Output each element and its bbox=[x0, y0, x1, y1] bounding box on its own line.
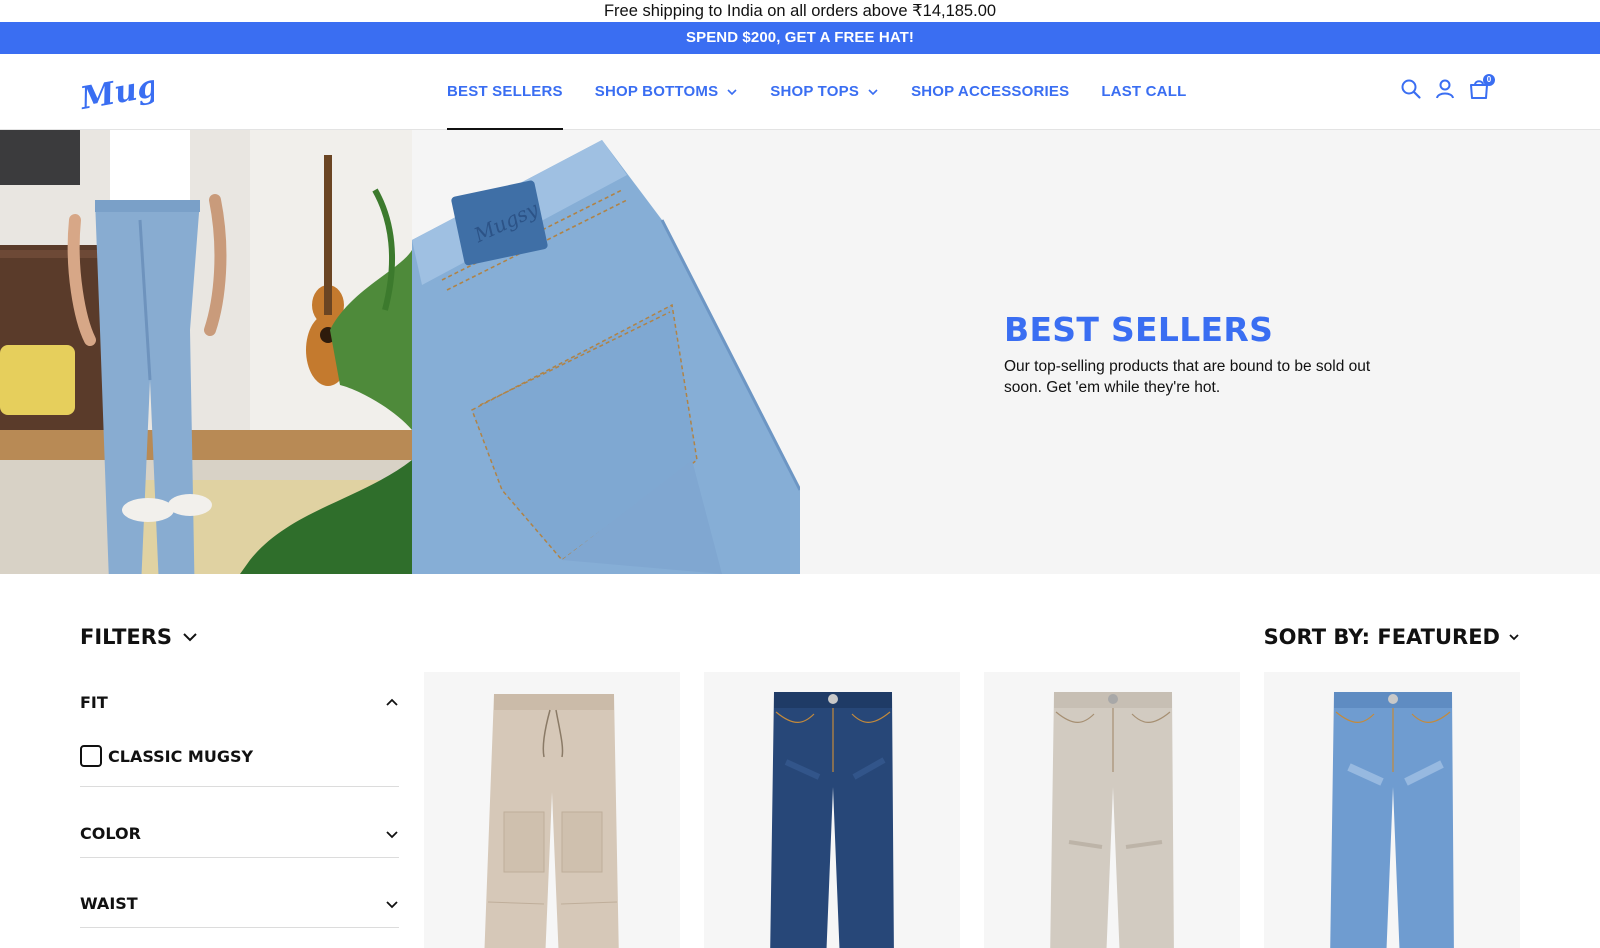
hero-lifestyle-image bbox=[0, 130, 412, 574]
facet-fit: FIT bbox=[80, 693, 399, 712]
product-card[interactable] bbox=[704, 672, 960, 948]
header-utility-icons: 0 bbox=[1388, 74, 1495, 100]
chevron-down-icon bbox=[1509, 634, 1519, 641]
product-image bbox=[770, 692, 894, 948]
promo-banner[interactable]: SPEND $200, GET A FREE HAT! bbox=[0, 22, 1600, 54]
divider bbox=[80, 786, 399, 787]
nav-best-sellers-label: BEST SELLERS bbox=[447, 83, 563, 100]
chevron-down-icon bbox=[183, 633, 197, 642]
nav-shop-accessories[interactable]: SHOP ACCESSORIES bbox=[911, 54, 1069, 129]
facet-waist-header[interactable]: WAIST bbox=[80, 894, 399, 913]
nav-shop-bottoms-label: SHOP BOTTOMS bbox=[594, 83, 719, 100]
svg-text:Mugsy: Mugsy bbox=[78, 68, 154, 114]
product-card[interactable] bbox=[424, 672, 680, 948]
filters-label: FILTERS bbox=[80, 625, 173, 649]
search-button[interactable] bbox=[1400, 78, 1422, 100]
product-card[interactable] bbox=[984, 672, 1240, 948]
account-icon bbox=[1436, 79, 1454, 99]
divider bbox=[80, 927, 399, 928]
facet-color-label: COLOR bbox=[80, 824, 141, 843]
divider bbox=[80, 857, 399, 858]
chevron-down-icon bbox=[386, 830, 398, 838]
page-description: Our top-selling products that are bound … bbox=[1004, 358, 1371, 396]
facet-waist-label: WAIST bbox=[80, 894, 138, 913]
chevron-down-icon bbox=[868, 88, 878, 95]
main-nav: BEST SELLERS SHOP BOTTOMS SHOP TOPS SHOP… bbox=[447, 54, 1218, 130]
facet-fit-label: FIT bbox=[80, 693, 108, 712]
cart-button[interactable]: 0 bbox=[1468, 74, 1495, 100]
hero-banner: Mugsy BEST SELLERS Our top-selling produ… bbox=[0, 130, 1600, 574]
nav-shop-accessories-label: SHOP ACCESSORIES bbox=[911, 83, 1070, 100]
facet-fit-header[interactable]: FIT bbox=[80, 693, 399, 712]
filter-option-label: CLASSIC MUGSY bbox=[108, 746, 254, 766]
mugsy-logo-icon: Mugsy bbox=[78, 68, 154, 114]
nav-last-call-label: LAST CALL bbox=[1101, 83, 1187, 100]
nav-best-sellers[interactable]: BEST SELLERS bbox=[447, 54, 563, 130]
filter-option-classic-mugsy[interactable]: CLASSIC MUGSY bbox=[80, 745, 253, 767]
chevron-up-icon bbox=[386, 698, 398, 706]
hero-denim-closeup-image: Mugsy bbox=[412, 130, 800, 574]
mugsy-logo[interactable]: Mugsy bbox=[78, 68, 154, 114]
page-title: BEST SELLERS bbox=[1004, 310, 1274, 349]
nav-last-call[interactable]: LAST CALL bbox=[1101, 54, 1186, 129]
shipping-announcement: Free shipping to India on all orders abo… bbox=[0, 0, 1600, 22]
sort-label: SORT BY: FEATURED bbox=[1263, 625, 1500, 649]
search-icon bbox=[1401, 79, 1421, 99]
nav-shop-tops[interactable]: SHOP TOPS bbox=[770, 54, 879, 129]
nav-shop-bottoms[interactable]: SHOP BOTTOMS bbox=[595, 54, 739, 129]
checkbox[interactable] bbox=[80, 745, 102, 767]
sort-dropdown[interactable]: SORT BY: FEATURED bbox=[1264, 625, 1520, 649]
product-card[interactable] bbox=[1264, 672, 1520, 948]
facet-color: COLOR bbox=[80, 824, 399, 843]
product-image bbox=[1050, 692, 1174, 948]
chevron-down-icon bbox=[727, 88, 737, 95]
facet-color-header[interactable]: COLOR bbox=[80, 824, 399, 843]
facet-waist: WAIST bbox=[80, 894, 399, 913]
product-grid bbox=[424, 672, 1544, 948]
site-header: Mugsy BEST SELLERS SHOP BOTTOMS SHOP TOP… bbox=[0, 54, 1600, 130]
hero-copy: BEST SELLERS Our top-selling products th… bbox=[1004, 310, 1384, 398]
filters-toggle[interactable]: FILTERS bbox=[80, 625, 198, 649]
account-button[interactable] bbox=[1434, 78, 1456, 100]
nav-shop-tops-label: SHOP TOPS bbox=[770, 83, 860, 100]
product-image bbox=[1330, 692, 1454, 948]
chevron-down-icon bbox=[386, 900, 398, 908]
product-image bbox=[484, 694, 619, 948]
cart-count-badge: 0 bbox=[1483, 74, 1495, 86]
